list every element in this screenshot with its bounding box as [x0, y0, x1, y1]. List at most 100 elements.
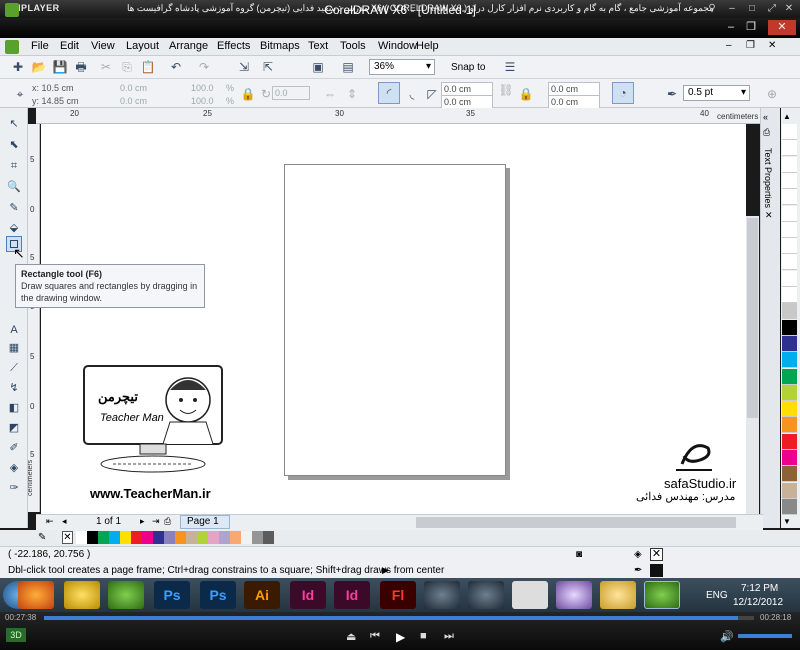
3d-button[interactable]: 3D [6, 628, 26, 642]
app-launcher-icon[interactable]: ▤ [340, 59, 356, 75]
fill-swatch[interactable]: ✕ [650, 548, 663, 561]
stop-icon[interactable]: ■ [420, 630, 427, 642]
minimize-button[interactable]: – [722, 20, 740, 35]
volume-slider[interactable] [738, 634, 792, 638]
undo-icon[interactable]: ↶ [168, 59, 184, 75]
clock-date[interactable]: 12/12/2012 [733, 597, 783, 608]
palette-scroll-down-icon[interactable]: ▼ [783, 517, 791, 526]
menu-window[interactable]: Help [416, 40, 439, 52]
width-field[interactable]: 0.0 cm [120, 83, 147, 93]
text-tool-icon[interactable]: A [6, 322, 22, 338]
document-palette-swatch[interactable] [98, 531, 109, 544]
3ds-max-icon[interactable] [424, 581, 460, 609]
smart-fill-icon[interactable]: ⬙ [6, 220, 22, 236]
status-arrow-icon[interactable]: ▶ [382, 565, 389, 576]
tab-page-1[interactable]: Page 1 [180, 515, 230, 529]
mirror-v-icon[interactable]: ⇕ [344, 86, 360, 102]
photoshop-icon[interactable]: Ps [200, 581, 236, 609]
next-icon[interactable]: ⏭ [444, 630, 454, 643]
acrobat-icon[interactable] [512, 581, 548, 609]
palette-swatch[interactable] [782, 319, 797, 336]
menu-tools[interactable]: Window [378, 40, 417, 52]
palette-swatch[interactable] [782, 450, 797, 466]
document-palette-swatch[interactable] [175, 531, 186, 544]
document-palette-swatch[interactable] [208, 531, 219, 544]
connector-tool-icon[interactable]: ↯ [6, 380, 22, 396]
menu-file[interactable]: File [31, 40, 49, 52]
new-icon[interactable]: ✚ [10, 59, 26, 75]
save-icon[interactable]: 💾 [52, 59, 68, 75]
scale-x-field[interactable]: 100.0 [191, 83, 214, 93]
menu-layout[interactable]: Layout [126, 40, 159, 52]
folder-icon[interactable] [600, 581, 636, 609]
blend-tool-icon[interactable]: ◧ [6, 400, 22, 416]
indesign-icon[interactable]: Id [334, 581, 370, 609]
document-palette-swatch[interactable] [142, 531, 153, 544]
copy-icon[interactable]: ⎘ [119, 59, 135, 75]
palette-swatch[interactable] [782, 124, 797, 140]
clock-time[interactable]: 7:12 PM [741, 583, 778, 594]
scallop-corner-icon[interactable]: ◟ [404, 86, 420, 102]
rotation-field[interactable]: 0.0 [272, 86, 310, 100]
eject-icon[interactable]: ⏏ [346, 630, 356, 643]
coreldraw-taskbar-icon[interactable] [108, 581, 144, 609]
play-icon[interactable]: ▶ [396, 630, 405, 644]
lock-corners-icon[interactable]: 🔒 [518, 86, 534, 102]
corner-radius-bl[interactable]: 0.0 cm [441, 95, 493, 109]
document-palette-swatch[interactable] [186, 531, 197, 544]
palette-swatch[interactable] [782, 401, 797, 418]
next-page-icon[interactable]: ▸ [140, 516, 145, 527]
document-palette-swatch[interactable] [109, 531, 120, 544]
firefox-icon[interactable] [18, 581, 54, 609]
previous-icon[interactable]: ⏮ [370, 630, 380, 643]
palette-swatch[interactable] [782, 352, 797, 369]
menu-edit[interactable]: Edit [60, 40, 79, 52]
illustrator-icon[interactable]: Ai [244, 581, 280, 609]
doc-restore-button[interactable]: ❐ [746, 40, 755, 51]
doc-icon[interactable] [5, 40, 19, 54]
menu-table[interactable]: Tools [340, 40, 366, 52]
indesign-icon[interactable]: Id [290, 581, 326, 609]
palette-swatch[interactable] [782, 335, 797, 352]
document-info-icon[interactable]: ◙ [576, 549, 582, 560]
menu-bitmaps[interactable]: Bitmaps [260, 40, 300, 52]
document-palette-swatch[interactable] [263, 531, 274, 544]
corner-link-icon[interactable]: ⛓ [498, 82, 514, 98]
document-palette-swatch[interactable] [219, 531, 230, 544]
publish-pdf-icon[interactable]: ▣ [310, 59, 326, 75]
prev-page-icon[interactable]: ◂ [62, 516, 67, 527]
favorites-icon[interactable] [64, 581, 100, 609]
y-position[interactable]: y: 14.85 cm [32, 96, 79, 106]
palette-swatch[interactable] [782, 270, 797, 287]
outline-swatch[interactable] [650, 564, 663, 577]
outline-width-select[interactable]: 0.5 pt ▾ [683, 85, 750, 101]
chamfer-corner-icon[interactable]: ◸ [424, 86, 440, 102]
text-properties-tab[interactable]: Text Properties [763, 148, 773, 208]
document-palette-swatch[interactable] [153, 531, 164, 544]
corner-radius-tr[interactable]: 0.0 cm [548, 82, 600, 96]
no-color-swatch[interactable]: ✕ [62, 531, 73, 544]
palette-swatch[interactable] [782, 303, 797, 320]
print-icon[interactable]: 🖶 [73, 59, 89, 75]
document-palette-swatch[interactable] [241, 531, 252, 544]
eyedropper-icon[interactable]: ✎ [38, 532, 46, 543]
photoshop-icon[interactable]: Ps [154, 581, 190, 609]
document-palette-swatch[interactable] [252, 531, 263, 544]
crop-tool-icon[interactable]: ⌗ [6, 158, 22, 174]
flash-icon[interactable]: Fl [380, 581, 416, 609]
menu-arrange[interactable]: Arrange [169, 40, 208, 52]
palette-swatch[interactable] [782, 498, 797, 515]
mirror-h-icon[interactable]: ⇔ [322, 86, 338, 102]
horizontal-ruler[interactable] [36, 108, 763, 124]
cut-icon[interactable]: ✂ [98, 59, 114, 75]
palette-swatch[interactable] [782, 466, 797, 483]
x-position[interactable]: x: 10.5 cm [32, 83, 74, 93]
palette-swatch[interactable] [782, 384, 797, 401]
last-page-icon[interactable]: ⇥ [152, 516, 160, 527]
height-field[interactable]: 0.0 cm [120, 96, 147, 106]
palette-swatch[interactable] [782, 433, 797, 450]
coreldraw-active-icon[interactable] [644, 581, 680, 609]
eyedropper-tool-icon[interactable]: ✐ [6, 440, 22, 456]
dimension-tool-icon[interactable]: ⟋ [6, 360, 22, 376]
document-palette-swatch[interactable] [131, 531, 142, 544]
